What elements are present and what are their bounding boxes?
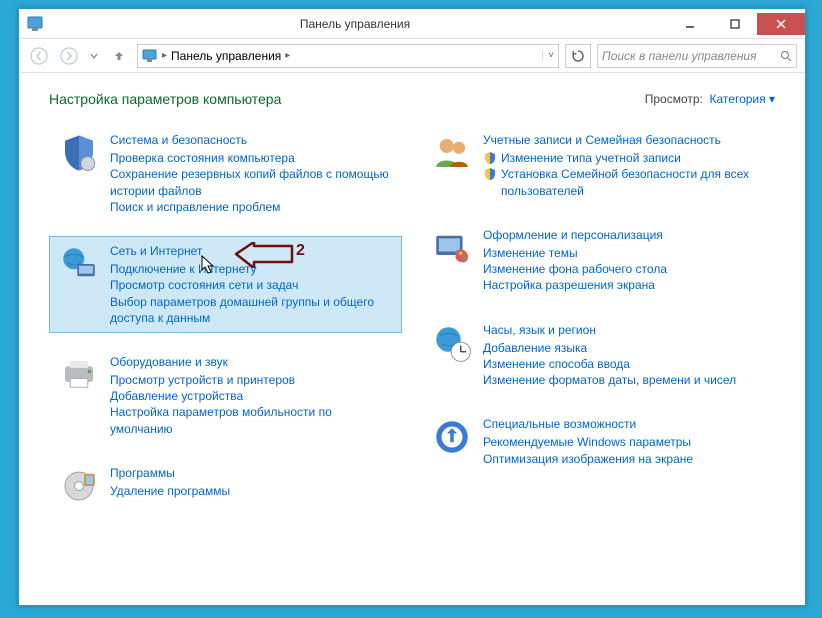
refresh-button[interactable]	[565, 44, 591, 68]
close-button[interactable]	[757, 13, 805, 35]
globe-network-icon[interactable]	[58, 243, 100, 285]
category-title-link[interactable]: Часы, язык и регион	[483, 322, 736, 338]
accessibility-icon[interactable]	[431, 416, 473, 458]
category-sublink[interactable]: Добавление устройства	[110, 388, 393, 404]
category-title-link[interactable]: Сеть и Интернет	[110, 243, 393, 259]
left-column: Система и безопасность Проверка состояни…	[49, 125, 402, 514]
uac-shield-icon	[483, 167, 497, 181]
search-placeholder: Поиск в панели управления	[602, 49, 776, 63]
category-sublink[interactable]: Просмотр состояния сети и задач	[110, 277, 393, 293]
window-title: Панель управления	[43, 17, 667, 31]
category-sublink[interactable]: Сохранение резервных копий файлов с помо…	[110, 166, 393, 198]
category-title-link[interactable]: Программы	[110, 465, 230, 481]
category-title-link[interactable]: Система и безопасность	[110, 132, 393, 148]
programs-icon[interactable]	[58, 465, 100, 507]
uac-shield-icon	[483, 151, 497, 165]
category-user-accounts: Учетные записи и Семейная безопасность И…	[422, 125, 775, 206]
category-columns: Система и безопасность Проверка состояни…	[49, 125, 775, 514]
breadcrumb-icon	[142, 48, 158, 64]
category-appearance: Оформление и персонализация Изменение те…	[422, 220, 775, 301]
window-controls	[667, 13, 805, 35]
category-sublink[interactable]: Изменение способа ввода	[483, 356, 736, 372]
view-by: Просмотр: Категория ▾	[645, 92, 775, 106]
category-sublink[interactable]: Настройка параметров мобильности по умол…	[110, 404, 393, 436]
category-sublink[interactable]: Поиск и исправление проблем	[110, 199, 393, 215]
category-sublink[interactable]: Добавление языка	[483, 340, 736, 356]
shield-icon[interactable]	[58, 132, 100, 174]
users-icon[interactable]	[431, 132, 473, 174]
category-sublink[interactable]: Изменение фона рабочего стола	[483, 261, 667, 277]
category-sublink[interactable]: Установка Семейной безопасности для всех…	[501, 166, 766, 198]
category-sublink[interactable]: Выбор параметров домашней группы и общег…	[110, 294, 393, 326]
titlebar[interactable]: Панель управления	[19, 9, 805, 39]
category-clock-region: Часы, язык и регион Добавление языка Изм…	[422, 315, 775, 396]
content-area: Настройка параметров компьютера Просмотр…	[19, 73, 805, 605]
category-sublink[interactable]: Настройка разрешения экрана	[483, 277, 667, 293]
maximize-button[interactable]	[712, 13, 757, 35]
breadcrumb-dropdown-icon[interactable]: ˅	[542, 50, 554, 61]
nav-forward-button[interactable]	[57, 44, 81, 68]
category-sublink[interactable]: Просмотр устройств и принтеров	[110, 372, 393, 388]
category-sublink[interactable]: Рекомендуемые Windows параметры	[483, 434, 693, 450]
category-network-internet: Сеть и Интернет Подключение к Интернету …	[49, 236, 402, 333]
nav-up-button[interactable]	[107, 44, 131, 68]
viewby-dropdown[interactable]: Категория ▾	[710, 92, 775, 106]
category-sublink[interactable]: Проверка состояния компьютера	[110, 150, 393, 166]
viewby-label: Просмотр:	[645, 92, 703, 106]
category-programs: Программы Удаление программы	[49, 458, 402, 514]
nav-back-button[interactable]	[27, 44, 51, 68]
category-sublink[interactable]: Оптимизация изображения на экране	[483, 451, 693, 467]
category-sublink[interactable]: Удаление программы	[110, 483, 230, 499]
category-accessibility: Специальные возможности Рекомендуемые Wi…	[422, 409, 775, 474]
search-icon	[780, 50, 792, 62]
header-row: Настройка параметров компьютера Просмотр…	[49, 91, 775, 107]
clock-globe-icon[interactable]	[431, 322, 473, 364]
category-hardware-sound: Оборудование и звук Просмотр устройств и…	[49, 347, 402, 444]
nav-recent-dropdown[interactable]	[87, 44, 101, 68]
category-title-link[interactable]: Учетные записи и Семейная безопасность	[483, 132, 766, 148]
control-panel-window: Панель управления	[18, 8, 806, 606]
breadcrumb-separator-icon: ▸	[162, 50, 167, 61]
category-sublink[interactable]: Изменение темы	[483, 245, 667, 261]
category-sublink[interactable]: Изменение типа учетной записи	[501, 150, 681, 166]
breadcrumb-separator-icon[interactable]: ▸	[285, 50, 290, 61]
navbar: ▸ Панель управления ▸ ˅ Поиск в панели у…	[19, 39, 805, 73]
search-input[interactable]: Поиск в панели управления	[597, 44, 797, 68]
page-title: Настройка параметров компьютера	[49, 91, 281, 107]
category-title-link[interactable]: Специальные возможности	[483, 416, 693, 432]
breadcrumb[interactable]: ▸ Панель управления ▸ ˅	[137, 44, 559, 68]
category-sublink[interactable]: Изменение форматов даты, времени и чисел	[483, 372, 736, 388]
right-column: Учетные записи и Семейная безопасность И…	[422, 125, 775, 514]
minimize-button[interactable]	[667, 13, 712, 35]
appearance-icon[interactable]	[431, 227, 473, 269]
control-panel-icon	[27, 16, 43, 32]
breadcrumb-item[interactable]: Панель управления	[171, 49, 281, 63]
category-sublink[interactable]: Подключение к Интернету	[110, 261, 393, 277]
category-title-link[interactable]: Оформление и персонализация	[483, 227, 667, 243]
printer-icon[interactable]	[58, 354, 100, 396]
category-system-security: Система и безопасность Проверка состояни…	[49, 125, 402, 222]
category-title-link[interactable]: Оборудование и звук	[110, 354, 393, 370]
